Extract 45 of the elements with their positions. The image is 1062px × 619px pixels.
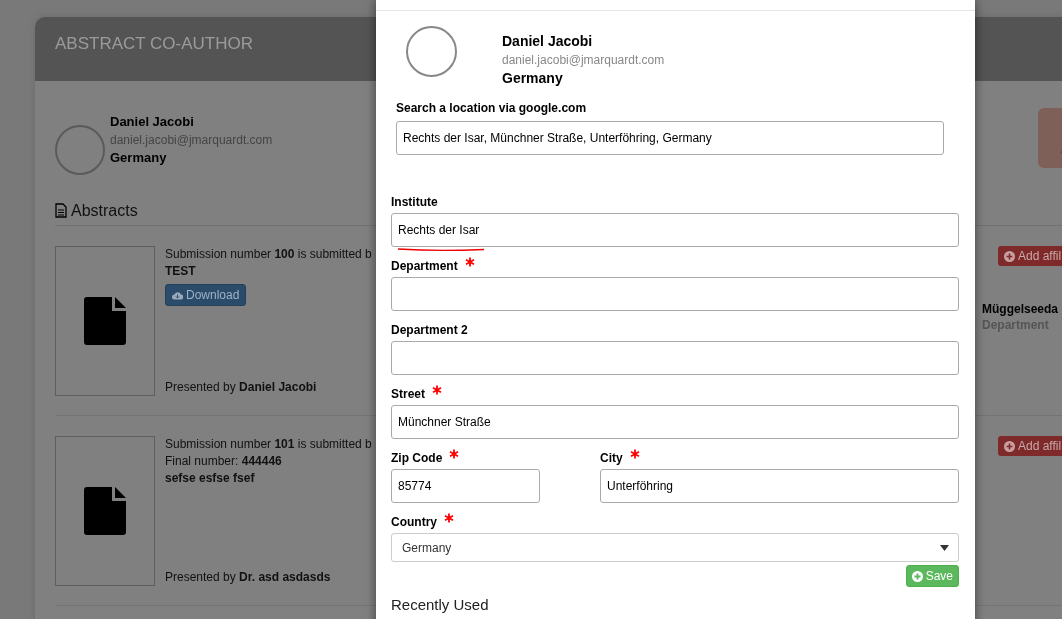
final-number: Final number: 444446: [165, 453, 283, 470]
author-country: Germany: [110, 149, 168, 167]
file-icon: [84, 487, 126, 535]
field-label: Search a location via google.com: [396, 101, 588, 115]
field-label: City: [600, 451, 623, 465]
add-affiliation-button[interactable]: Add affil: [998, 436, 1062, 456]
field-label: Department: [391, 259, 458, 273]
author-country: Germany: [502, 69, 564, 88]
presenter-text: Presented by Dr. asd asdasds: [165, 569, 332, 586]
avatar: [55, 125, 105, 175]
affiliation-name: Müggelseeda: [982, 302, 1060, 316]
plus-circle-icon: [1004, 440, 1015, 452]
section-title: Abstracts: [71, 201, 138, 220]
field-label: Street: [391, 387, 425, 401]
text-field[interactable]: [391, 277, 959, 311]
text-field[interactable]: Münchner Straße: [391, 405, 959, 439]
submission-text: Submission number 100 is submitted b: [165, 246, 372, 263]
avatar: [406, 26, 457, 77]
location-search-field[interactable]: Rechts der Isar, Münchner Straße, Unterföhring, Germany: [396, 121, 944, 155]
submission-text: Submission number 101 is submitted b: [165, 436, 372, 453]
field-label: Country: [391, 515, 437, 529]
add-affiliation-button[interactable]: Add affil: [998, 246, 1062, 266]
presenter-text: Presented by Daniel Jacobi: [165, 379, 318, 396]
download-button[interactable]: Download: [165, 284, 247, 306]
country-select[interactable]: Germany: [391, 533, 959, 562]
plus-circle-icon: [1004, 250, 1015, 262]
page-title: ABSTRACT CO-AUTHOR: [55, 34, 254, 53]
text-field[interactable]: Unterföhring: [600, 469, 959, 503]
author-name: Daniel Jacobi: [110, 113, 195, 131]
author-name: Daniel Jacobi: [502, 32, 594, 51]
text-field[interactable]: Rechts der Isar: [391, 213, 959, 247]
file-icon: [84, 297, 126, 345]
cloud-download-icon: [172, 290, 183, 300]
document-icon: [55, 203, 67, 218]
text-field[interactable]: [391, 341, 959, 375]
field-label: Institute: [391, 195, 438, 209]
plus-circle-icon: [911, 570, 923, 582]
section-title: Recently Used: [391, 596, 490, 613]
author-email: daniel.jacobi@jmarquardt.com: [502, 52, 665, 69]
caret-icon: [940, 544, 949, 551]
abstract-title: TEST: [165, 263, 197, 280]
field-label: Department 2: [391, 323, 468, 337]
abstract-title: sefse esfse fsef: [165, 470, 256, 487]
text-field[interactable]: 85774: [391, 469, 540, 503]
field-label: Zip Code: [391, 451, 443, 465]
